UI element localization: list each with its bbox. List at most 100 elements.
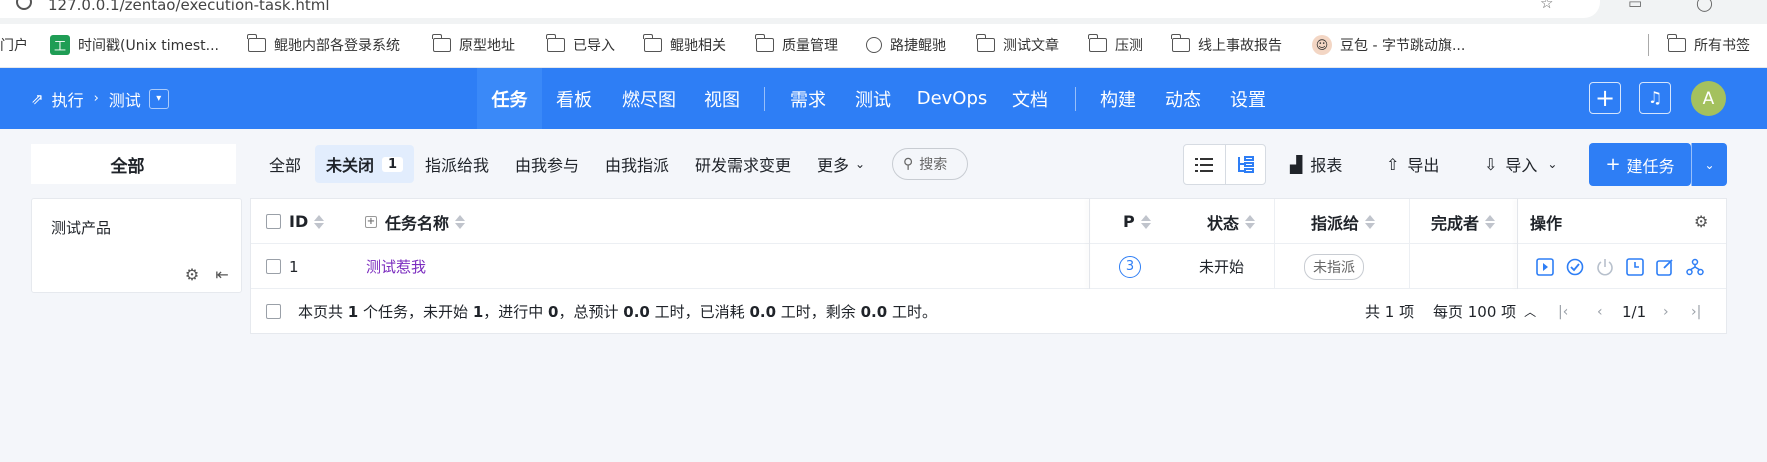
- browser-top-bar: 127.0.0.1/zentao/execution-task.html ☆ ▭…: [0, 0, 1767, 24]
- row-checkbox[interactable]: [266, 244, 281, 289]
- breadcrumb-root[interactable]: 执行: [52, 87, 84, 111]
- expand-all-icon[interactable]: +: [365, 215, 377, 228]
- folder-icon: [643, 34, 662, 52]
- start-icon[interactable]: [1534, 256, 1556, 278]
- nav-separator: [1075, 87, 1076, 111]
- task-name-link[interactable]: 测试惹我: [366, 244, 426, 289]
- nav-settings[interactable]: 设置: [1222, 68, 1274, 129]
- breadcrumb-current[interactable]: 测试: [109, 87, 141, 111]
- search-button[interactable]: ⚲ 搜索: [892, 148, 968, 180]
- nav-testing[interactable]: 测试: [846, 68, 900, 129]
- chevron-down-icon: ⌄: [855, 157, 866, 171]
- column-divider: [1274, 199, 1275, 289]
- bookmark-folder[interactable]: 已导入: [546, 34, 615, 56]
- import-icon: ⇩: [1484, 154, 1498, 174]
- col-id[interactable]: ID: [289, 199, 325, 244]
- nav-view[interactable]: 视图: [697, 68, 747, 129]
- per-page-selector[interactable]: 每页 100 项 ︿: [1433, 289, 1536, 334]
- bookmark-item[interactable]: ☺ 豆包 - 字节跳动旗...: [1312, 34, 1465, 56]
- list-view-icon[interactable]: [1184, 145, 1225, 184]
- bookmark-item[interactable]: 路捷鲲驰: [866, 34, 946, 56]
- column-divider: [1409, 199, 1410, 289]
- filter-assigned-to-me[interactable]: 指派给我: [414, 145, 500, 183]
- gear-icon[interactable]: ⚙: [1694, 199, 1708, 244]
- doubao-avatar-icon: ☺: [1312, 35, 1332, 55]
- nav-burndown[interactable]: 燃尽图: [616, 68, 682, 129]
- table-row[interactable]: 1 测试惹我 3 未开始 未指派: [251, 244, 1726, 289]
- filter-all[interactable]: 全部: [258, 145, 312, 183]
- chevron-up-icon: ︿: [1524, 305, 1537, 319]
- filter-involved[interactable]: 由我参与: [504, 145, 590, 183]
- execution-icon: ⇗: [31, 89, 44, 108]
- total-count: 共 1 项: [1365, 303, 1415, 321]
- gear-icon[interactable]: ⚙: [183, 265, 201, 284]
- filter-assigned-by-me[interactable]: 由我指派: [594, 145, 680, 183]
- folder-icon: [1667, 34, 1686, 52]
- finish-icon[interactable]: [1564, 256, 1586, 278]
- nav-docs[interactable]: 文档: [1005, 68, 1055, 129]
- table-header: ID + 任务名称 P 状态 指派给 完成者 操作 ⚙: [251, 199, 1726, 244]
- create-task-dropdown[interactable]: ⌄: [1691, 143, 1727, 186]
- all-products-tab[interactable]: 全部: [31, 144, 236, 184]
- nav-tasks[interactable]: 任务: [477, 68, 542, 129]
- col-assigned[interactable]: 指派给: [1311, 199, 1376, 244]
- col-finished-by[interactable]: 完成者: [1431, 199, 1496, 244]
- prev-page-icon[interactable]: ‹: [1597, 289, 1603, 334]
- export-button[interactable]: ⇧ 导出: [1386, 145, 1439, 183]
- bookmark-item[interactable]: 门户: [0, 34, 28, 56]
- import-button[interactable]: ⇩ 导入 ⌄: [1484, 145, 1557, 183]
- sidebar-item-product[interactable]: 测试产品: [51, 217, 111, 238]
- folder-icon: [1171, 34, 1190, 52]
- nav-dynamics[interactable]: 动态: [1157, 68, 1209, 129]
- folder-icon: [1088, 34, 1107, 52]
- footer-select-checkbox[interactable]: [266, 289, 281, 334]
- first-page-icon[interactable]: |‹: [1558, 289, 1568, 334]
- bookmark-folder[interactable]: 线上事故报告: [1171, 34, 1282, 56]
- collapse-sidebar-icon[interactable]: ⇤: [213, 265, 231, 284]
- bookmark-folder[interactable]: 原型地址: [432, 34, 515, 56]
- task-id: 1: [289, 257, 299, 276]
- bookmark-folder[interactable]: 压测: [1088, 34, 1143, 56]
- bookmark-folder[interactable]: 质量管理: [755, 34, 838, 56]
- nav-devops[interactable]: DevOps: [915, 68, 989, 129]
- status-text: 未开始: [1199, 258, 1245, 276]
- notifications-button[interactable]: ♫: [1639, 82, 1671, 114]
- last-page-icon[interactable]: ›|: [1691, 289, 1701, 334]
- bookmark-folder[interactable]: 测试文章: [976, 34, 1059, 56]
- sort-icon: [1140, 214, 1151, 229]
- create-task-button[interactable]: + 建任务: [1589, 143, 1691, 186]
- filter-more-dropdown[interactable]: 更多 ⌄: [806, 145, 876, 183]
- bookmark-folder[interactable]: 鲲驰内部各登录系统: [247, 34, 400, 56]
- bookmark-folder[interactable]: 鲲驰相关: [643, 34, 726, 56]
- assign-button[interactable]: 未指派: [1304, 244, 1364, 289]
- col-name[interactable]: + 任务名称: [365, 199, 466, 244]
- col-status[interactable]: 状态: [1207, 199, 1256, 244]
- search-icon: ⚲: [903, 156, 914, 172]
- timestamp-site-icon: 工: [50, 35, 70, 55]
- record-effort-icon[interactable]: [1624, 256, 1646, 278]
- address-url[interactable]: 127.0.0.1/zentao/execution-task.html: [48, 0, 330, 14]
- filter-story-change[interactable]: 研发需求变更: [684, 145, 802, 183]
- avatar[interactable]: A: [1691, 81, 1726, 116]
- quick-create-button[interactable]: +: [1589, 82, 1621, 114]
- profile-icon[interactable]: ◯: [1696, 0, 1713, 12]
- star-icon[interactable]: ☆: [1540, 0, 1553, 12]
- nav-stories[interactable]: 需求: [781, 68, 835, 129]
- execution-switch-dropdown[interactable]: ▾: [148, 88, 169, 109]
- col-priority[interactable]: P: [1123, 199, 1151, 244]
- nav-kanban[interactable]: 看板: [549, 68, 599, 129]
- bookmark-item[interactable]: 工 时间戳(Unix timest...: [50, 34, 219, 56]
- tree-view-icon[interactable]: [1224, 145, 1266, 184]
- filter-unclosed[interactable]: 未关闭 1: [315, 145, 415, 183]
- sort-icon: [1245, 214, 1256, 229]
- select-all-checkbox[interactable]: [266, 199, 281, 244]
- bookmark-folder[interactable]: 所有书签: [1667, 34, 1750, 56]
- report-button[interactable]: ▟ 报表: [1290, 145, 1342, 183]
- nav-builds[interactable]: 构建: [1092, 68, 1144, 129]
- close-task-icon[interactable]: [1594, 256, 1616, 278]
- next-page-icon[interactable]: ›: [1663, 289, 1669, 334]
- page-indicator: 1/1: [1622, 302, 1647, 321]
- batch-create-icon[interactable]: [1684, 256, 1706, 278]
- window-icon[interactable]: ▭: [1628, 0, 1642, 12]
- edit-icon[interactable]: [1654, 256, 1676, 278]
